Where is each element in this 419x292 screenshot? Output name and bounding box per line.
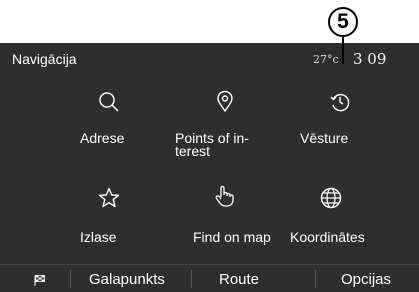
menu-label-coordinates: Koordinātes [290, 229, 365, 245]
star-icon [97, 186, 121, 210]
menu-label-points-of-interest: Points of in-terest [175, 131, 249, 159]
tab-divider [191, 270, 192, 288]
flag-icon[interactable] [34, 273, 46, 286]
menu-label-address: Adrese [80, 130, 125, 146]
clock: 3 09 [353, 50, 387, 68]
menu-label-favorites: Izlase [80, 229, 117, 245]
status-bar: Navigācija 27°c 3 09 [0, 43, 419, 77]
bottom-tab-bar: Galapunkts Route Opcijas [0, 264, 419, 292]
tab-route[interactable]: Route [219, 265, 259, 292]
search-icon [97, 90, 121, 114]
globe-icon [319, 186, 343, 210]
callout-line [342, 36, 344, 64]
menu-label-find-on-map: Find on map [193, 229, 271, 245]
hand-pointer-icon [212, 184, 236, 208]
history-icon [328, 90, 352, 114]
tab-options[interactable]: Opcijas [341, 265, 391, 292]
navigation-screen: Navigācija 27°c 3 09 Adrese Points of in… [0, 43, 419, 292]
menu-label-history: Vēsture [300, 130, 349, 146]
tab-divider [315, 270, 316, 288]
tab-destination[interactable]: Galapunkts [89, 265, 165, 292]
callout-number: 5 [337, 10, 349, 33]
callout-marker: 5 [328, 7, 358, 37]
menu-label-poi-line2: terest [175, 143, 211, 159]
temperature-readout: 27°c [313, 53, 339, 66]
page-title: Navigācija [12, 51, 77, 67]
tab-divider [70, 270, 71, 288]
location-pin-icon [213, 90, 237, 114]
